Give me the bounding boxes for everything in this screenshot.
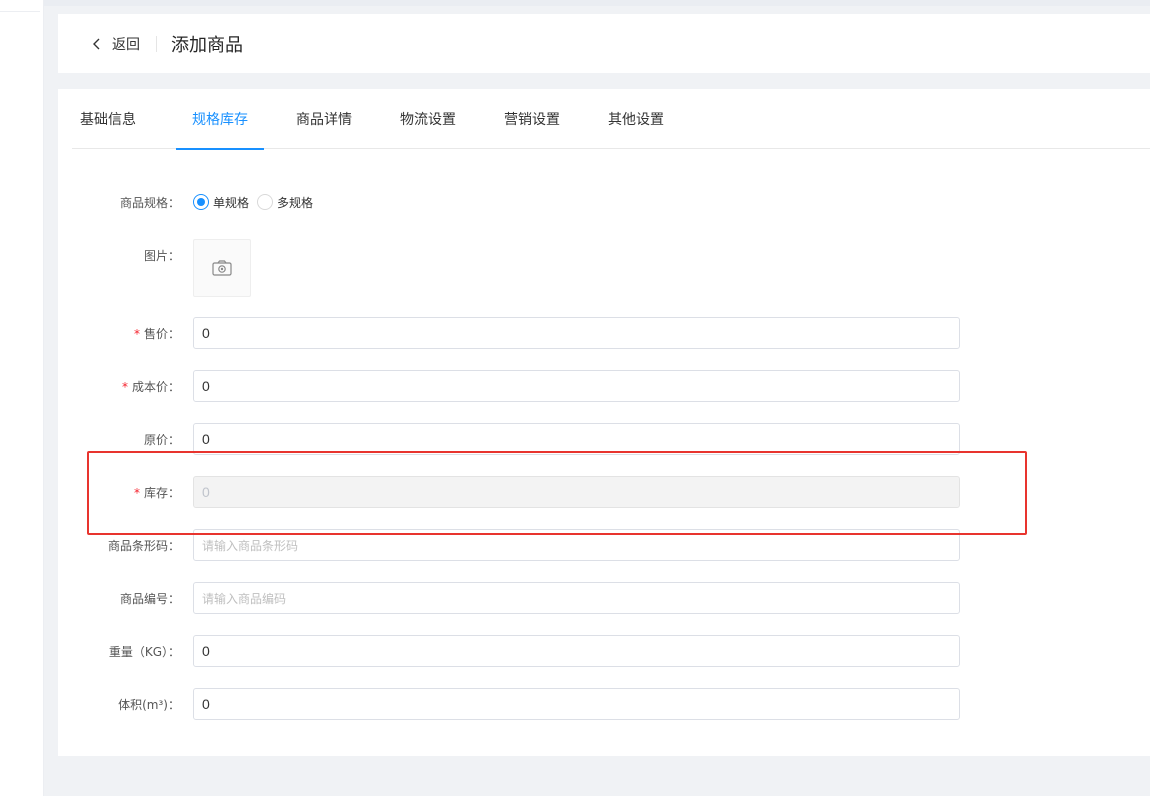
required-mark: * (133, 485, 140, 500)
form-row-stock: * 库存： (58, 476, 1150, 508)
form-row-image: 图片： (58, 239, 1150, 297)
stock-label: * 库存： (58, 484, 180, 501)
page: 返回 添加商品 基础信息 规格库存 商品详情 物流设置 营销设置 其他设置 商品… (0, 0, 1150, 796)
cost-label: * 成本价： (58, 378, 180, 395)
form-row-weight: 重量（KG）： (58, 635, 1150, 667)
header-divider (156, 35, 157, 52)
required-mark: * (121, 379, 128, 394)
form-row-barcode: 商品条形码： (58, 529, 1150, 561)
radio-checked-icon (193, 194, 209, 210)
top-strip (44, 0, 1150, 6)
sidebar-strip (0, 0, 44, 796)
barcode-input[interactable] (193, 529, 960, 561)
spec-radio-group: 单规格 多规格 (193, 194, 321, 211)
original-price-input[interactable] (193, 423, 960, 455)
form-row-volume: 体积(m³)： (58, 688, 1150, 720)
main-card: 基础信息 规格库存 商品详情 物流设置 营销设置 其他设置 商品规格： 单规格 … (58, 89, 1150, 756)
image-upload-button[interactable] (193, 239, 251, 297)
volume-input[interactable] (193, 688, 960, 720)
volume-label: 体积(m³)： (118, 697, 180, 712)
code-label: 商品编号： (119, 591, 180, 606)
stock-label-text: 库存： (143, 485, 180, 500)
radio-single-spec-label: 单规格 (213, 195, 250, 210)
radio-multi-spec-label: 多规格 (277, 195, 314, 210)
back-button[interactable]: 返回 (90, 34, 140, 54)
tab-bar: 基础信息 规格库存 商品详情 物流设置 营销设置 其他设置 (72, 89, 1150, 150)
radio-single-spec[interactable]: 单规格 (193, 194, 249, 211)
back-label: 返回 (112, 36, 140, 53)
page-title: 添加商品 (171, 34, 243, 56)
code-input[interactable] (193, 582, 960, 614)
price-label-text: 售价： (143, 326, 180, 341)
form-row-cost: * 成本价： (58, 370, 1150, 402)
cost-label-text: 成本价： (131, 379, 180, 394)
page-header: 返回 添加商品 (58, 14, 1150, 73)
radio-unchecked-icon (257, 194, 274, 210)
tab-spec-stock[interactable]: 规格库存 (176, 89, 264, 150)
form-row-spec: 商品规格： 单规格 多规格 (58, 191, 1150, 213)
form-row-code: 商品编号： (58, 582, 1150, 614)
weight-label: 重量（KG）： (108, 644, 180, 659)
stock-input (193, 476, 960, 508)
required-mark: * (133, 326, 140, 341)
price-label: * 售价： (58, 325, 180, 342)
tab-logistics[interactable]: 物流设置 (384, 89, 472, 149)
image-control (193, 239, 251, 297)
spec-label: 商品规格： (119, 195, 180, 210)
camera-icon (212, 260, 232, 276)
form-row-original-price: 原价： (58, 423, 1150, 455)
tab-product-detail[interactable]: 商品详情 (280, 89, 368, 149)
form-row-price: * 售价： (58, 317, 1150, 349)
sidebar-divider (0, 11, 40, 12)
original-price-label: 原价： (143, 432, 180, 447)
chevron-left-icon (93, 38, 100, 49)
radio-multi-spec[interactable]: 多规格 (257, 194, 313, 211)
image-label: 图片： (143, 249, 180, 263)
cost-input[interactable] (193, 370, 960, 402)
weight-input[interactable] (193, 635, 960, 667)
price-input[interactable] (193, 317, 960, 349)
tab-other[interactable]: 其他设置 (592, 89, 680, 149)
tab-basic-info[interactable]: 基础信息 (72, 89, 160, 149)
tab-marketing[interactable]: 营销设置 (488, 89, 576, 149)
barcode-label: 商品条形码： (107, 538, 180, 553)
